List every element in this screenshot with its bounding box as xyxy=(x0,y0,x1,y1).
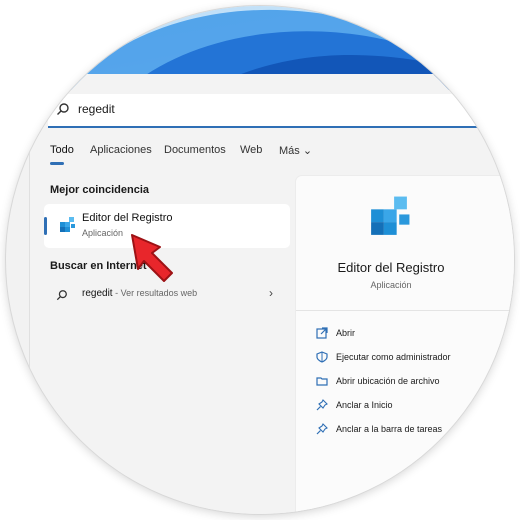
search-icon xyxy=(56,102,70,121)
action-label: Anclar a la barra de tareas xyxy=(336,424,443,434)
best-match-heading: Mejor coincidencia xyxy=(50,184,150,196)
web-result-text: regedit - Ver resultados web xyxy=(82,288,197,299)
action-label: Anclar a Inicio xyxy=(336,400,393,410)
tab-todo[interactable]: Todo xyxy=(50,144,74,156)
action-label: Abrir ubicación de archivo xyxy=(336,376,440,386)
web-query: regedit xyxy=(82,288,113,299)
tab-aplicaciones[interactable]: Aplicaciones xyxy=(90,144,152,156)
details-app-type: Aplicación xyxy=(370,280,412,290)
details-pane: Editor del Registro Aplicación Abrir Eje… xyxy=(296,176,514,514)
action-label: Abrir xyxy=(336,328,356,338)
folder-icon xyxy=(316,377,328,386)
pin-icon xyxy=(316,423,328,435)
search-icon xyxy=(56,288,68,306)
registry-editor-icon xyxy=(58,216,76,239)
web-suffix: - Ver resultados web xyxy=(112,288,198,298)
shield-icon xyxy=(316,351,328,363)
details-app-name: Editor del Registro xyxy=(337,260,445,275)
tab-mas[interactable]: Más ⌄ xyxy=(279,144,312,157)
chevron-right-icon: › xyxy=(269,286,273,300)
open-icon xyxy=(316,327,328,339)
result-type: Aplicación xyxy=(82,228,124,238)
divider xyxy=(296,310,514,311)
tab-web[interactable]: Web xyxy=(240,144,262,156)
chevron-down-icon: ⌄ xyxy=(302,145,313,157)
result-name: Editor del Registro xyxy=(82,212,173,224)
tab-documentos[interactable]: Documentos xyxy=(164,144,226,156)
red-pointer-arrow-icon xyxy=(131,234,173,282)
registry-editor-large-icon xyxy=(366,194,412,245)
selection-indicator xyxy=(44,217,47,235)
tab-mas-label: Más xyxy=(279,145,300,157)
search-query: regedit xyxy=(78,102,115,116)
action-label: Ejecutar como administrador xyxy=(336,352,451,362)
search-input[interactable]: regedit xyxy=(48,94,488,128)
magnified-view: regedit Todo Aplicaciones Documentos Web… xyxy=(6,6,514,514)
active-tab-indicator xyxy=(50,162,64,165)
pin-icon xyxy=(316,399,328,411)
start-search-panel: regedit Todo Aplicaciones Documentos Web… xyxy=(30,74,514,514)
